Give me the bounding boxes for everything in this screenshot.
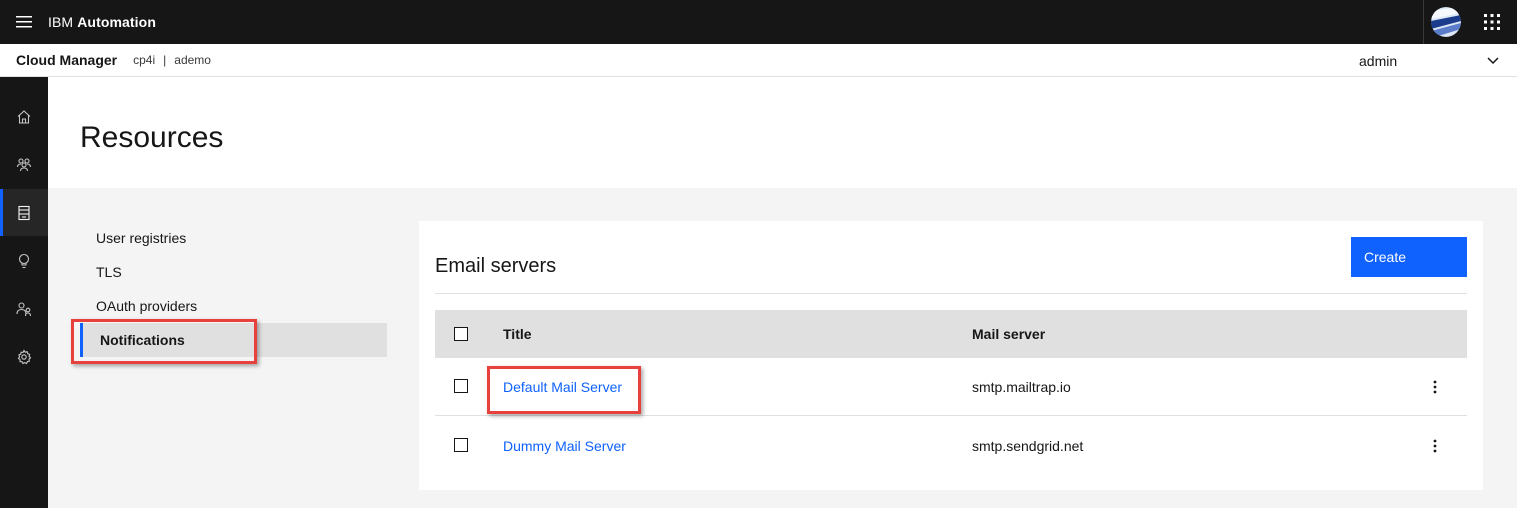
- email-servers-card: Email servers Create Title Mail server D…: [419, 221, 1483, 490]
- chevron-down-icon: [1487, 52, 1499, 70]
- nav-notifications[interactable]: Notifications: [80, 323, 387, 357]
- page-header: Resources: [48, 77, 1517, 188]
- side-nav: [0, 77, 48, 508]
- column-title[interactable]: Title: [503, 326, 532, 342]
- table-row: Default Mail Server smtp.mailtrap.io: [435, 358, 1467, 416]
- overflow-menu-icon[interactable]: [1421, 432, 1449, 460]
- brand-product: Automation: [77, 14, 156, 30]
- card-divider: [435, 293, 1467, 294]
- top-bar: IBM Automation: [0, 0, 1517, 44]
- overflow-menu-icon[interactable]: [1421, 373, 1449, 401]
- brand-prefix: IBM: [48, 14, 74, 30]
- home-icon[interactable]: [0, 93, 48, 140]
- row-title-link[interactable]: Default Mail Server: [503, 379, 622, 395]
- row-checkbox[interactable]: [454, 438, 468, 452]
- table-row: Dummy Mail Server smtp.sendgrid.net: [435, 416, 1467, 474]
- nav-user-registries[interactable]: User registries: [80, 221, 387, 255]
- context-bar: Cloud Manager cp4i | ademo admin: [0, 44, 1517, 77]
- user-avatar-button[interactable]: [1423, 0, 1467, 44]
- app-switcher-icon[interactable]: [1467, 0, 1517, 44]
- resource-nav: User registries TLS OAuth providers Noti…: [80, 221, 387, 357]
- row-mail-server: smtp.mailtrap.io: [972, 379, 1071, 395]
- hamburger-menu-icon[interactable]: [0, 0, 48, 44]
- user-roles-icon[interactable]: [0, 285, 48, 332]
- product-name[interactable]: Cloud Manager: [16, 52, 117, 68]
- users-icon[interactable]: [0, 140, 48, 187]
- user-name: admin: [1359, 52, 1398, 69]
- row-title-link[interactable]: Dummy Mail Server: [503, 438, 626, 454]
- select-all-checkbox[interactable]: [454, 327, 468, 341]
- email-servers-title: Email servers: [435, 255, 557, 277]
- provider-org: cp4i: [133, 53, 156, 67]
- brand-name[interactable]: IBM Automation: [48, 14, 156, 30]
- column-mail-server[interactable]: Mail server: [972, 326, 1045, 342]
- nav-tls[interactable]: TLS: [80, 255, 387, 289]
- create-button[interactable]: Create: [1351, 237, 1467, 277]
- page-title: Resources: [80, 121, 224, 154]
- settings-icon[interactable]: [0, 333, 48, 380]
- row-checkbox[interactable]: [454, 379, 468, 393]
- row-mail-server: smtp.sendgrid.net: [972, 438, 1084, 454]
- idea-icon[interactable]: [0, 237, 48, 284]
- context-separator: |: [163, 53, 167, 67]
- user-menu-dropdown[interactable]: admin: [1359, 44, 1499, 77]
- email-servers-table: Title Mail server Default Mail Server sm…: [435, 310, 1467, 474]
- nav-oauth-providers[interactable]: OAuth providers: [80, 289, 387, 323]
- table-header: Title Mail server: [435, 310, 1467, 358]
- realm-name: ademo: [174, 53, 211, 67]
- resources-icon[interactable]: [0, 189, 48, 236]
- user-avatar-icon: [1430, 7, 1461, 37]
